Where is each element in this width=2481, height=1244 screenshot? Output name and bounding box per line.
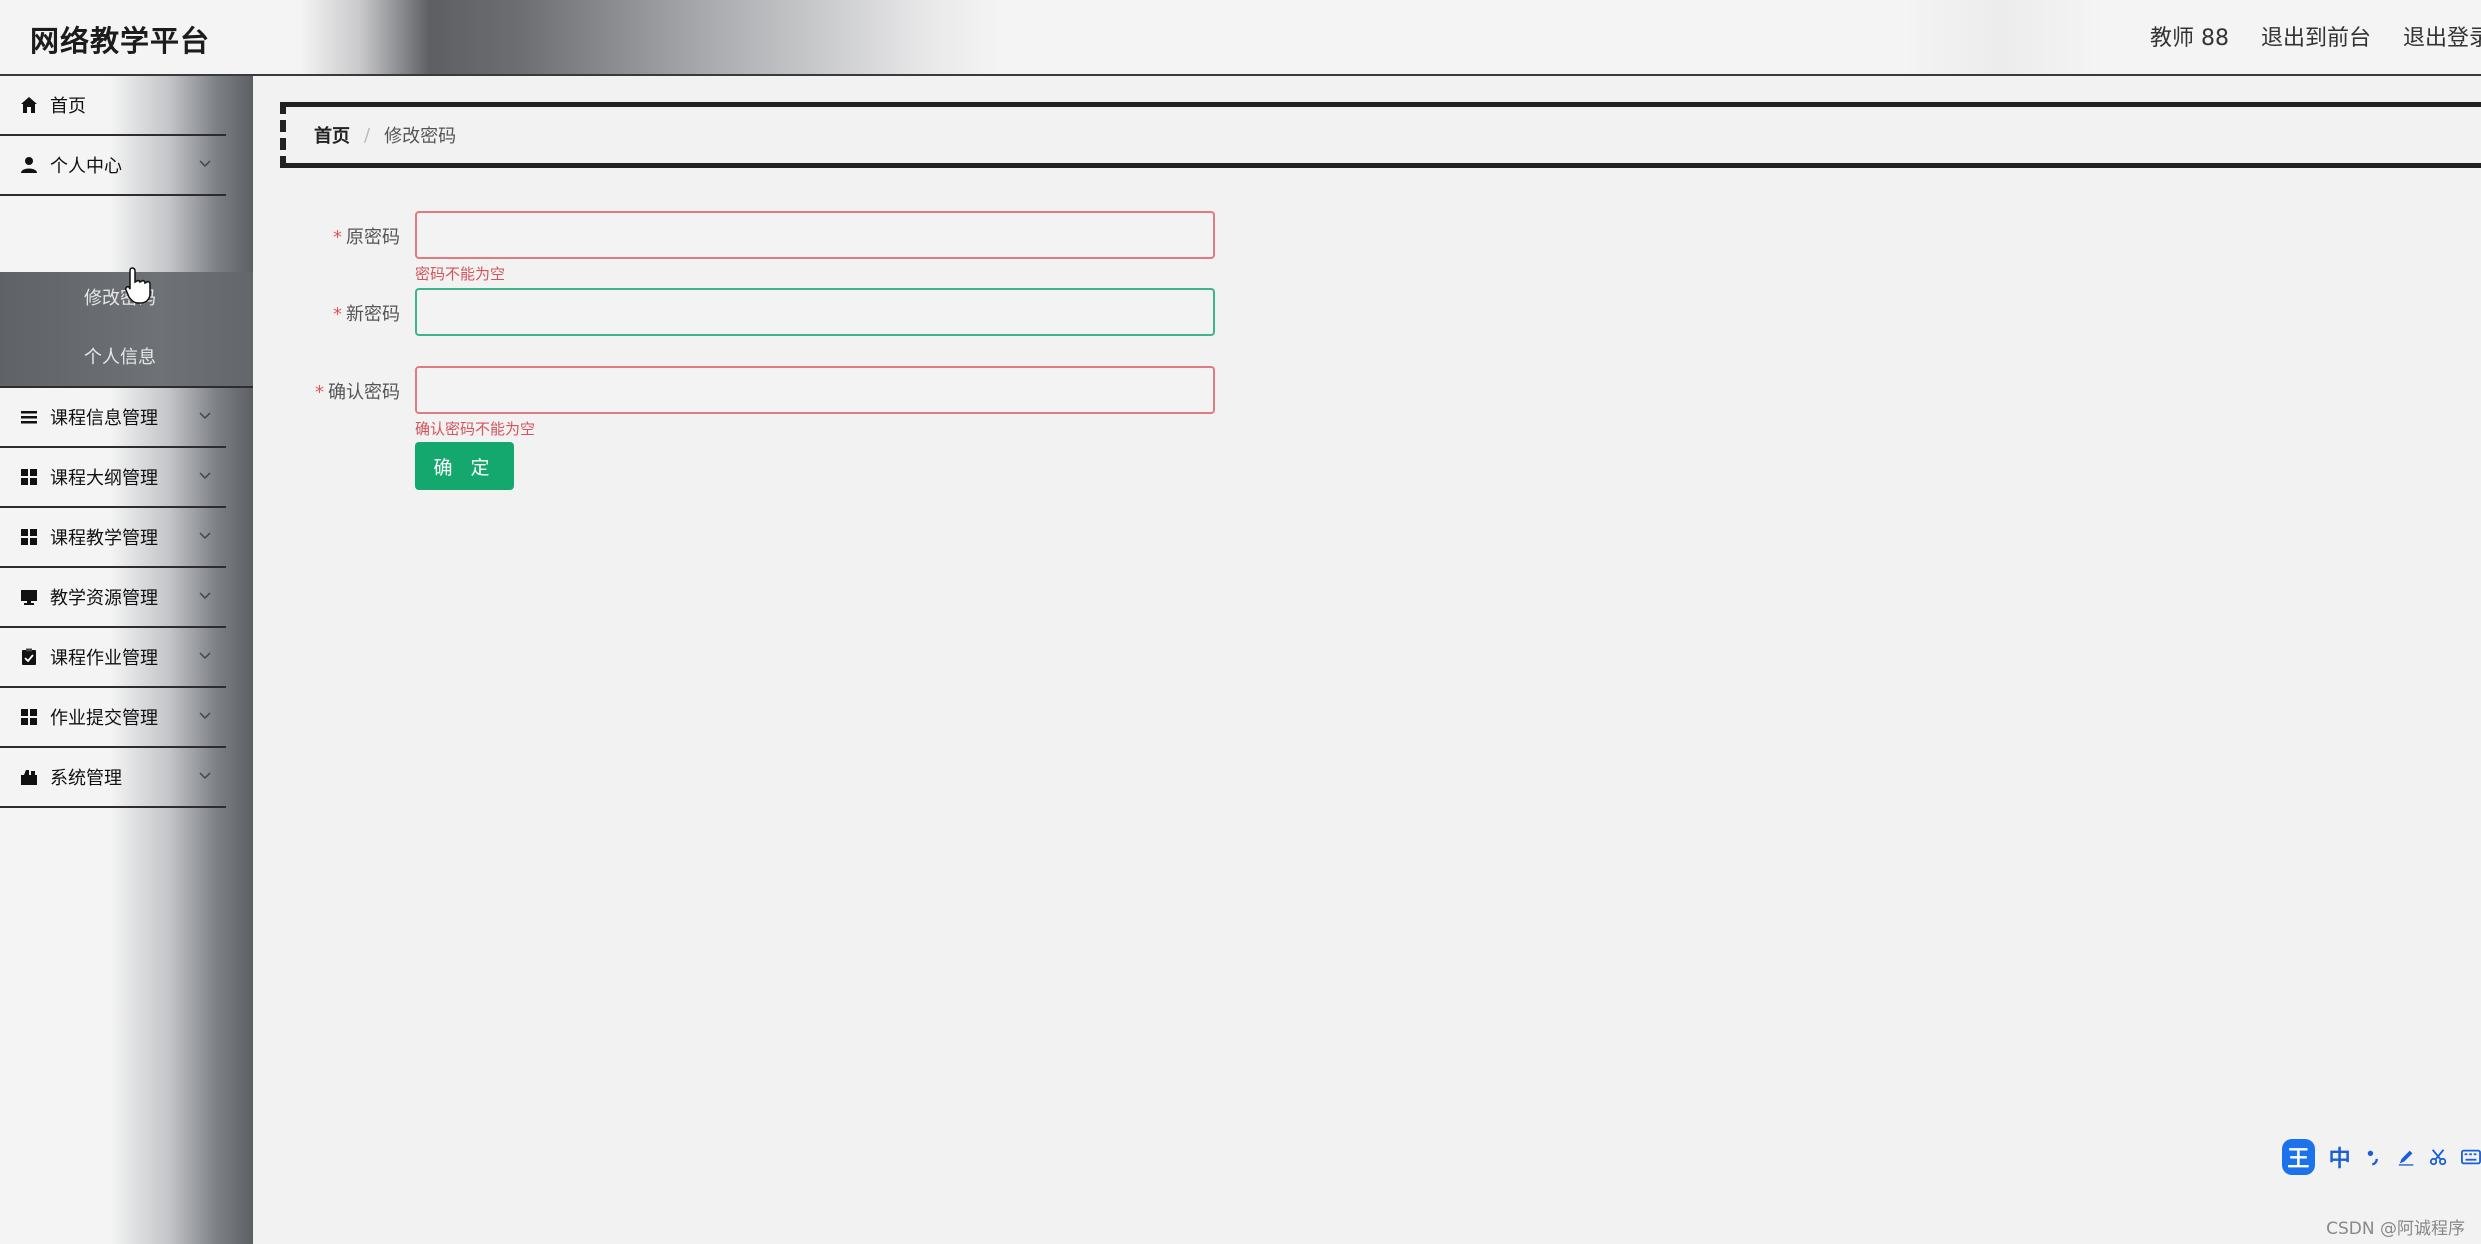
sidebar-item-label: 个人中心 (50, 156, 122, 177)
required-mark: * (333, 227, 342, 248)
sidebar-item-label: 首页 (50, 96, 86, 117)
new-password-label: * 新密码 (280, 300, 400, 326)
keyboard-icon[interactable] (2461, 1148, 2481, 1166)
chevron-down-icon (199, 532, 211, 540)
exit-to-front-link[interactable]: 退出到前台 (2261, 20, 2371, 52)
chevron-down-icon (199, 712, 211, 720)
required-mark: * (333, 304, 342, 325)
required-mark: * (315, 382, 324, 403)
chevron-down-icon (199, 412, 211, 420)
sidebar-item-label: 作业提交管理 (50, 708, 158, 729)
old-password-error: 密码不能为空 (415, 265, 506, 283)
top-header: 网络教学平台 教师 88 退出到前台 退出登录 (0, 0, 2481, 76)
new-password-label-text: 新密码 (346, 304, 400, 325)
home-icon (20, 96, 38, 114)
old-password-input[interactable] (415, 211, 1215, 259)
sidebar-item-label: 教学资源管理 (50, 588, 158, 609)
chevron-down-icon (199, 472, 211, 480)
breadcrumb-separator: / (364, 124, 371, 146)
sidebar-item-homework-submission[interactable]: 作业提交管理 (0, 688, 226, 748)
brand-title: 网络教学平台 (30, 24, 211, 58)
old-password-label-text: 原密码 (346, 227, 400, 248)
sidebar-item-personal-center[interactable]: 个人中心 (0, 136, 226, 196)
ime-toolbar: 王 中 (2282, 1136, 2481, 1178)
chevron-down-icon (199, 592, 211, 600)
logout-link[interactable]: 退出登录 (2403, 20, 2481, 52)
watermark: CSDN @阿诚程序 (2326, 1219, 2465, 1239)
breadcrumb-current: 修改密码 (384, 126, 457, 147)
punctuation-icon[interactable] (2365, 1147, 2383, 1167)
confirm-password-label: * 确认密码 (280, 378, 400, 404)
hand-cursor-icon (125, 267, 151, 304)
grid-icon (20, 468, 38, 486)
sidebar-item-teaching-resources[interactable]: 教学资源管理 (0, 568, 226, 628)
confirm-button[interactable]: 确 定 (415, 442, 514, 490)
breadcrumb: 首页 / 修改密码 (280, 102, 2481, 168)
chevron-down-icon (199, 772, 211, 780)
confirm-password-input[interactable] (415, 366, 1215, 414)
briefcase-icon (20, 768, 38, 786)
sidebar: 首页 个人中心 修改密码 个人信息 课程信息管理 课程大纲管理 课程教学管理 教… (0, 76, 253, 1244)
sidebar-item-label: 课程大纲管理 (50, 468, 158, 489)
grid-icon (20, 708, 38, 726)
monitor-icon (20, 588, 38, 606)
current-user: 教师 88 (2149, 26, 2229, 51)
old-password-label: * 原密码 (280, 223, 400, 249)
pen-icon[interactable] (2397, 1147, 2415, 1167)
breadcrumb-home[interactable]: 首页 (314, 122, 350, 148)
submenu-item-personal-info[interactable]: 个人信息 (0, 343, 240, 369)
submenu-item-change-password[interactable]: 修改密码 (0, 284, 240, 310)
clipboard-icon (20, 648, 38, 666)
sidebar-item-course-outline[interactable]: 课程大纲管理 (0, 448, 226, 508)
new-password-input[interactable] (415, 288, 1215, 336)
ime-logo[interactable]: 王 (2282, 1139, 2315, 1175)
header-actions: 教师 88 退出到前台 退出登录 (2150, 20, 2481, 52)
sidebar-item-label: 课程作业管理 (50, 648, 158, 669)
sidebar-item-course-teaching[interactable]: 课程教学管理 (0, 508, 226, 568)
sidebar-item-system[interactable]: 系统管理 (0, 748, 226, 808)
grid-icon (20, 528, 38, 546)
sidebar-item-label: 系统管理 (50, 768, 122, 789)
chevron-down-icon (199, 160, 211, 168)
sidebar-item-course-info[interactable]: 课程信息管理 (0, 388, 226, 448)
confirm-password-label-text: 确认密码 (328, 382, 400, 403)
ime-mode[interactable]: 中 (2329, 1141, 2351, 1173)
sidebar-item-course-homework[interactable]: 课程作业管理 (0, 628, 226, 688)
sidebar-item-home[interactable]: 首页 (0, 76, 226, 136)
user-icon (20, 156, 38, 174)
list-icon (20, 408, 38, 426)
sidebar-item-label: 课程教学管理 (50, 528, 158, 549)
chevron-down-icon (199, 652, 211, 660)
scissors-icon[interactable] (2429, 1147, 2447, 1167)
sidebar-item-label: 课程信息管理 (50, 408, 158, 429)
confirm-password-error: 确认密码不能为空 (415, 420, 536, 438)
